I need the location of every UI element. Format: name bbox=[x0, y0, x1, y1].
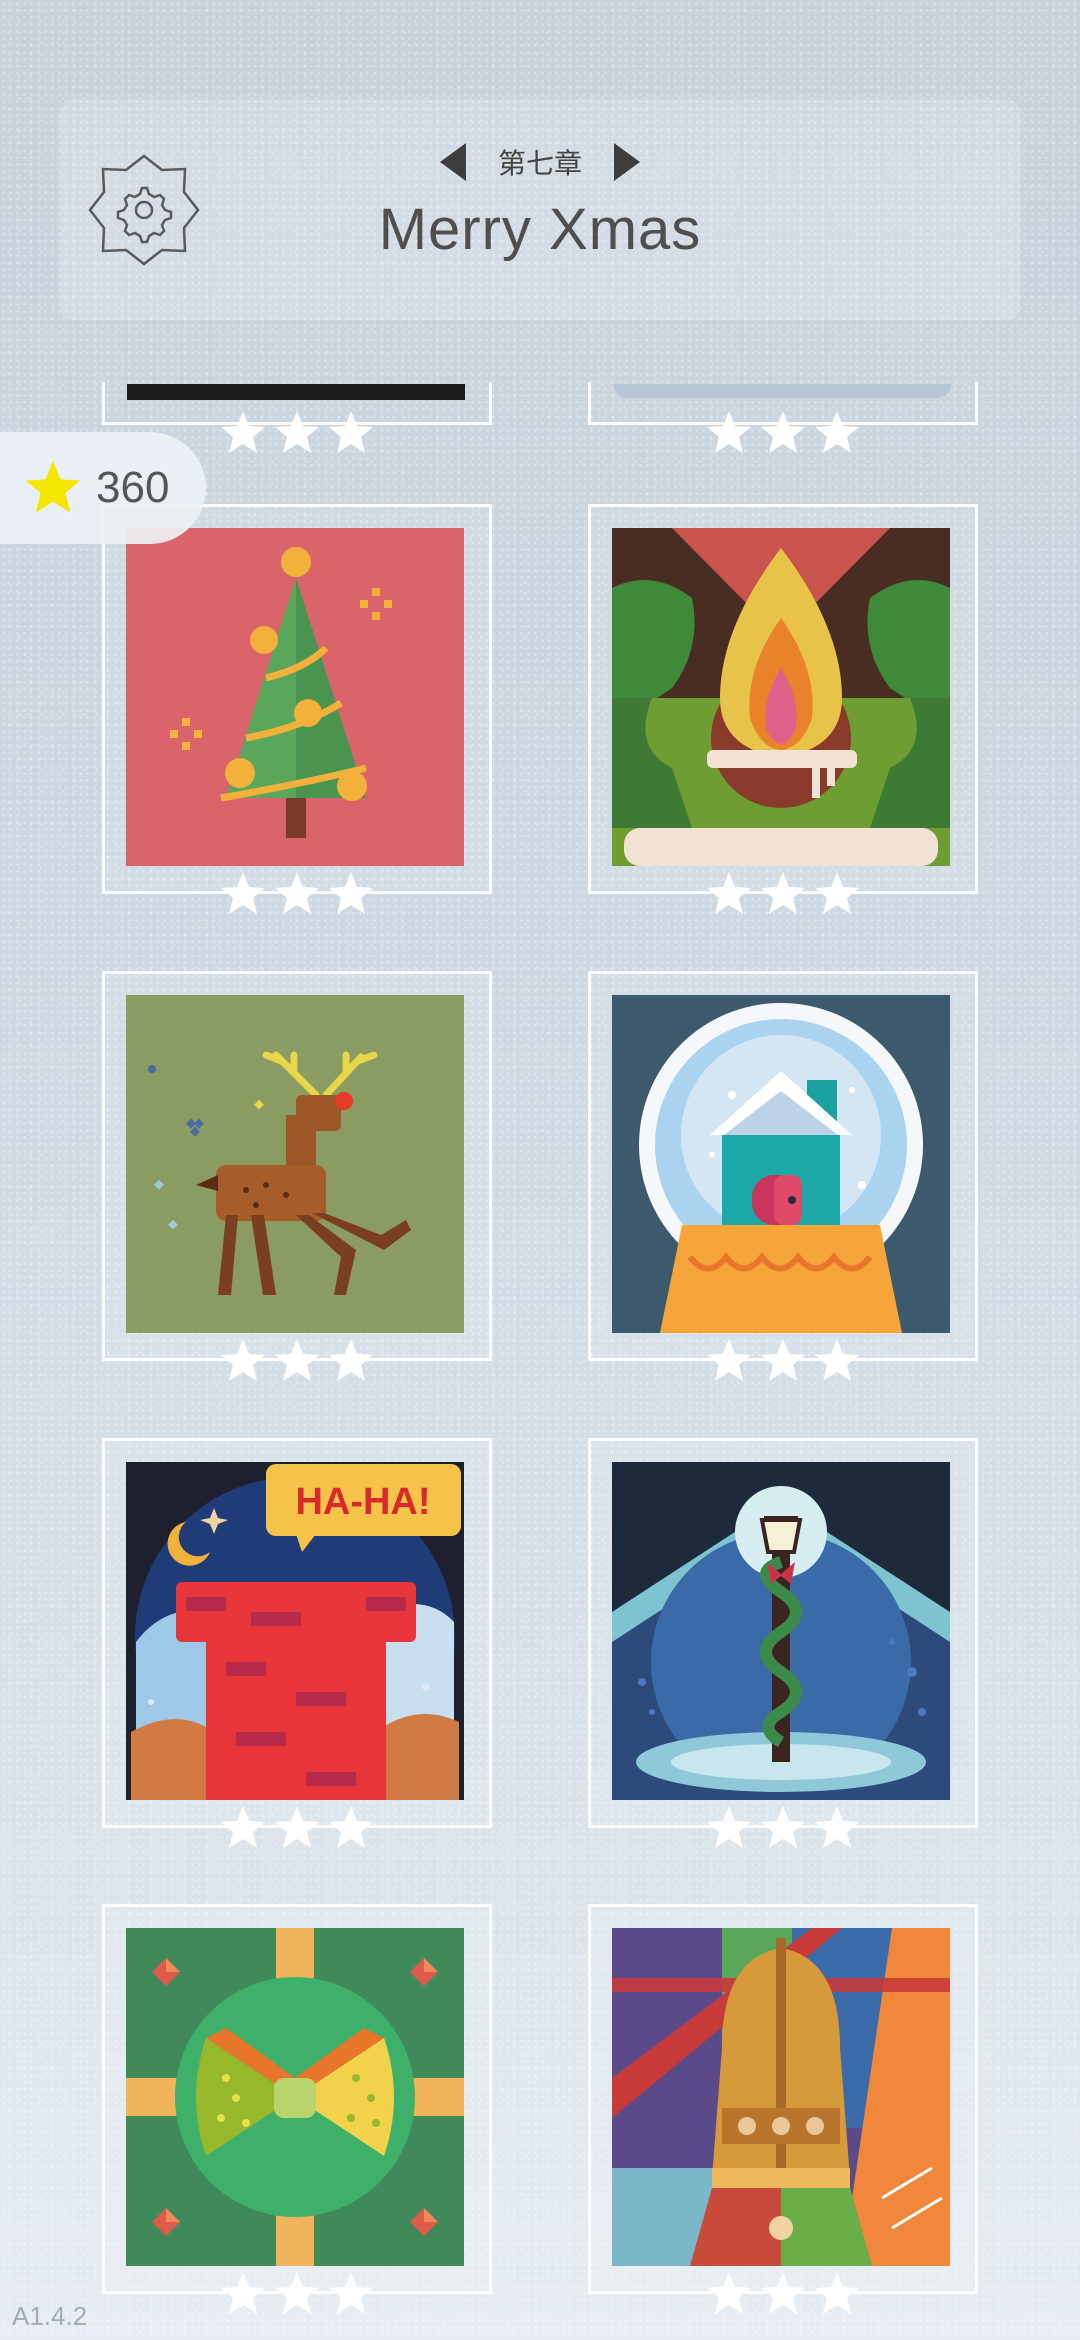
version-label: A1.4.2 bbox=[12, 2301, 88, 2331]
level-stars bbox=[105, 1803, 489, 1853]
level-card-fireplace[interactable] bbox=[588, 504, 978, 914]
star-icon bbox=[221, 1339, 265, 1381]
arrow-left-icon[interactable] bbox=[440, 143, 466, 181]
level-card-bell[interactable] bbox=[588, 1904, 978, 2314]
star-icon bbox=[329, 872, 373, 914]
level-stars bbox=[591, 869, 975, 919]
level-card-partial-left[interactable] bbox=[102, 382, 492, 453]
gift-bow-artwork bbox=[126, 1928, 464, 2266]
speech-bubble-text: HA-HA! bbox=[295, 1481, 430, 1523]
fireplace-artwork bbox=[612, 528, 950, 866]
star-icon bbox=[329, 411, 373, 453]
level-stars bbox=[591, 408, 975, 458]
level-card-christmas-tree[interactable] bbox=[102, 504, 492, 914]
star-icon bbox=[221, 2272, 265, 2314]
star-total-count: 360 bbox=[96, 463, 170, 512]
arrow-right-icon[interactable] bbox=[613, 143, 640, 181]
star-icon bbox=[275, 1806, 319, 1848]
level-card-chimney[interactable]: HA-HA! bbox=[102, 1438, 492, 1848]
star-icon bbox=[221, 1806, 265, 1848]
level-card-snow-globe[interactable] bbox=[588, 971, 978, 1381]
level-stars bbox=[105, 2269, 489, 2319]
star-icon bbox=[275, 872, 319, 914]
snow-globe-artwork bbox=[612, 995, 950, 1333]
street-lamp-artwork bbox=[612, 1462, 950, 1800]
star-icon bbox=[329, 2272, 373, 2314]
page-title: Merry Xmas bbox=[378, 197, 702, 262]
level-card-reindeer[interactable] bbox=[102, 971, 492, 1381]
star-icon bbox=[815, 2272, 859, 2314]
level-card-partial-right[interactable] bbox=[588, 382, 978, 453]
star-total-badge: 360 bbox=[0, 432, 206, 544]
star-icon bbox=[761, 1806, 805, 1848]
christmas-tree-artwork bbox=[126, 528, 464, 866]
star-icon bbox=[275, 1339, 319, 1381]
star-icon bbox=[707, 1339, 751, 1381]
star-icon bbox=[221, 872, 265, 914]
star-icon bbox=[25, 460, 81, 513]
bell-artwork bbox=[612, 1928, 950, 2266]
star-icon bbox=[761, 1339, 805, 1381]
star-icon bbox=[815, 1806, 859, 1848]
star-icon bbox=[329, 1806, 373, 1848]
level-card-gift-bow[interactable] bbox=[102, 1904, 492, 2314]
star-icon bbox=[275, 2272, 319, 2314]
star-icon bbox=[815, 872, 859, 914]
star-icon bbox=[707, 1806, 751, 1848]
star-icon bbox=[707, 411, 751, 453]
level-stars bbox=[591, 1336, 975, 1386]
star-icon bbox=[761, 411, 805, 453]
star-icon bbox=[761, 2272, 805, 2314]
chimney-artwork: HA-HA! bbox=[126, 1462, 464, 1800]
star-icon bbox=[815, 1339, 859, 1381]
star-icon bbox=[707, 872, 751, 914]
star-icon bbox=[707, 2272, 751, 2314]
star-icon bbox=[275, 411, 319, 453]
level-stars bbox=[105, 869, 489, 919]
reindeer-artwork bbox=[126, 995, 464, 1333]
chapter-label: 第七章 bbox=[497, 147, 582, 180]
level-stars bbox=[105, 1336, 489, 1386]
star-icon bbox=[329, 1339, 373, 1381]
chapter-selector: 第七章 bbox=[440, 138, 640, 186]
star-icon bbox=[815, 411, 859, 453]
level-stars bbox=[591, 2269, 975, 2319]
level-stars bbox=[591, 1803, 975, 1853]
star-icon bbox=[221, 411, 265, 453]
star-icon bbox=[761, 872, 805, 914]
level-card-street-lamp[interactable] bbox=[588, 1438, 978, 1848]
